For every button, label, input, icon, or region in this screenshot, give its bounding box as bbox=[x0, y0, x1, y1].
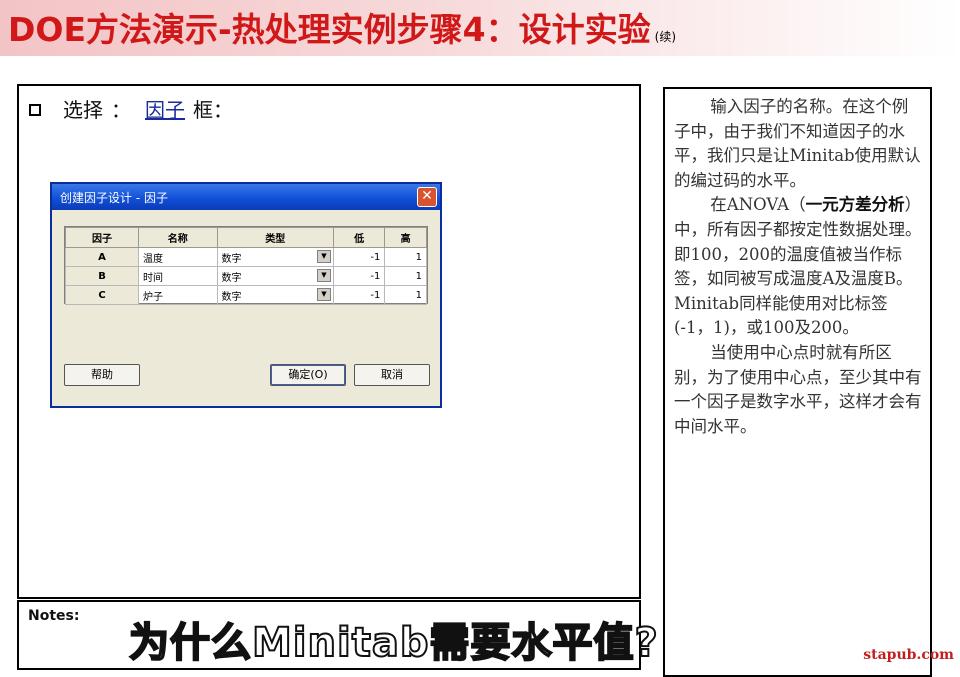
low-cell[interactable]: -1 bbox=[332, 266, 386, 286]
explanation-panel: 输入因子的名称。在这个例子中，由于我们不知道因子的水平，我们只是让Minitab… bbox=[663, 87, 932, 677]
close-icon: ✕ bbox=[421, 188, 433, 204]
grid-col-high: 高 bbox=[384, 227, 427, 248]
low-cell[interactable]: -1 bbox=[332, 247, 386, 267]
notes-panel: Notes: 为什么Minitab需要水平值? bbox=[17, 600, 659, 670]
grid-header-row: 因子 名称 类型 低 高 bbox=[65, 227, 427, 248]
instruction-line: 选择 ： 因子 框： bbox=[29, 94, 233, 123]
slide-title-bar: DOE方法演示-热处理实例步骤4：设计实验 (续) bbox=[0, 0, 960, 56]
type-value: 数字 bbox=[221, 253, 242, 265]
factor-cell: A bbox=[65, 247, 139, 267]
type-select[interactable]: 数字 ▼ bbox=[216, 285, 334, 305]
notes-label: Notes: bbox=[28, 608, 80, 624]
instruction-box-text: 框： bbox=[193, 98, 233, 122]
cancel-button[interactable]: 取消 bbox=[354, 364, 430, 386]
dropdown-arrow-icon[interactable]: ▼ bbox=[316, 288, 331, 301]
high-cell[interactable]: 1 bbox=[384, 285, 427, 305]
dialog-title: 创建因子设计 - 因子 bbox=[60, 191, 168, 205]
help-button[interactable]: 帮助 bbox=[64, 364, 140, 386]
low-cell[interactable]: -1 bbox=[332, 285, 386, 305]
instruction-colon: ： bbox=[111, 98, 131, 122]
grid-col-type: 类型 bbox=[216, 227, 334, 248]
p2-part-b: ）中，所有因子都按定性数据处理。即100，200的温度值被当作标签，如同被写成温… bbox=[674, 195, 922, 338]
notes-question-text: 为什么Minitab需要水平值? bbox=[128, 619, 659, 667]
name-cell[interactable]: 温度 bbox=[138, 247, 218, 267]
factor-cell: C bbox=[65, 285, 139, 305]
grid-col-factor: 因子 bbox=[65, 227, 139, 248]
p2-bold-term: 一元方差分析 bbox=[805, 195, 905, 215]
factors-link[interactable]: 因子 bbox=[145, 98, 185, 122]
instruction-select-text: 选择 bbox=[63, 98, 103, 122]
p2-part-a: 在ANOVA（ bbox=[710, 195, 806, 215]
checkbox-bullet-icon bbox=[29, 104, 41, 116]
slide-title-tail: (续) bbox=[654, 30, 677, 44]
high-cell[interactable]: 1 bbox=[384, 266, 427, 286]
high-cell[interactable]: 1 bbox=[384, 247, 427, 267]
type-select[interactable]: 数字 ▼ bbox=[216, 247, 334, 267]
dialog-close-button[interactable]: ✕ bbox=[417, 187, 437, 207]
table-row: B 时间 数字 ▼ -1 1 bbox=[65, 266, 427, 286]
ok-button[interactable]: 确定(O) bbox=[270, 364, 346, 386]
table-row: A 温度 数字 ▼ -1 1 bbox=[65, 247, 427, 267]
grid-col-low: 低 bbox=[332, 227, 386, 248]
slide-title-main: DOE方法演示-热处理实例步骤4：设计实验 bbox=[8, 10, 651, 49]
type-select[interactable]: 数字 ▼ bbox=[216, 266, 334, 286]
dropdown-arrow-icon[interactable]: ▼ bbox=[316, 250, 331, 263]
dropdown-arrow-icon[interactable]: ▼ bbox=[316, 269, 331, 282]
type-value: 数字 bbox=[221, 272, 242, 284]
dialog-titlebar: 创建因子设计 - 因子 ✕ bbox=[52, 184, 440, 210]
create-factorial-design-factors-dialog: 创建因子设计 - 因子 ✕ 因子 名称 类型 低 高 A 温度 数字 ▼ -1 … bbox=[50, 182, 442, 408]
table-row: C 炉子 数字 ▼ -1 1 bbox=[65, 285, 427, 305]
name-cell[interactable]: 时间 bbox=[138, 266, 218, 286]
grid-col-name: 名称 bbox=[138, 227, 218, 248]
slide-title: DOE方法演示-热处理实例步骤4：设计实验 (续) bbox=[8, 10, 676, 57]
watermark-text: stapub.com bbox=[863, 647, 954, 663]
name-cell[interactable]: 炉子 bbox=[138, 285, 218, 305]
factors-grid: 因子 名称 类型 低 高 A 温度 数字 ▼ -1 1 B 时间 数字 ▼ -1… bbox=[64, 226, 428, 305]
type-value: 数字 bbox=[221, 291, 242, 303]
explanation-paragraph-1: 输入因子的名称。在这个例子中，由于我们不知道因子的水平，我们只是让Minitab… bbox=[674, 97, 921, 190]
explanation-paragraph-3: 当使用中心点时就有所区别，为了使用中心点，至少其中有一个因子是数字水平，这样才会… bbox=[674, 342, 922, 436]
explanation-paragraph-2: 在ANOVA（一元方差分析）中，所有因子都按定性数据处理。即100，200的温度… bbox=[674, 193, 922, 341]
main-content-panel: 选择：因子 框： 创建因子设计 - 因子 ✕ 因子 名称 类型 低 高 A 温度… bbox=[17, 84, 641, 599]
factor-cell: B bbox=[65, 266, 139, 286]
explanation-text: 输入因子的名称。在这个例子中，由于我们不知道因子的水平，我们只是让Minitab… bbox=[674, 95, 922, 439]
